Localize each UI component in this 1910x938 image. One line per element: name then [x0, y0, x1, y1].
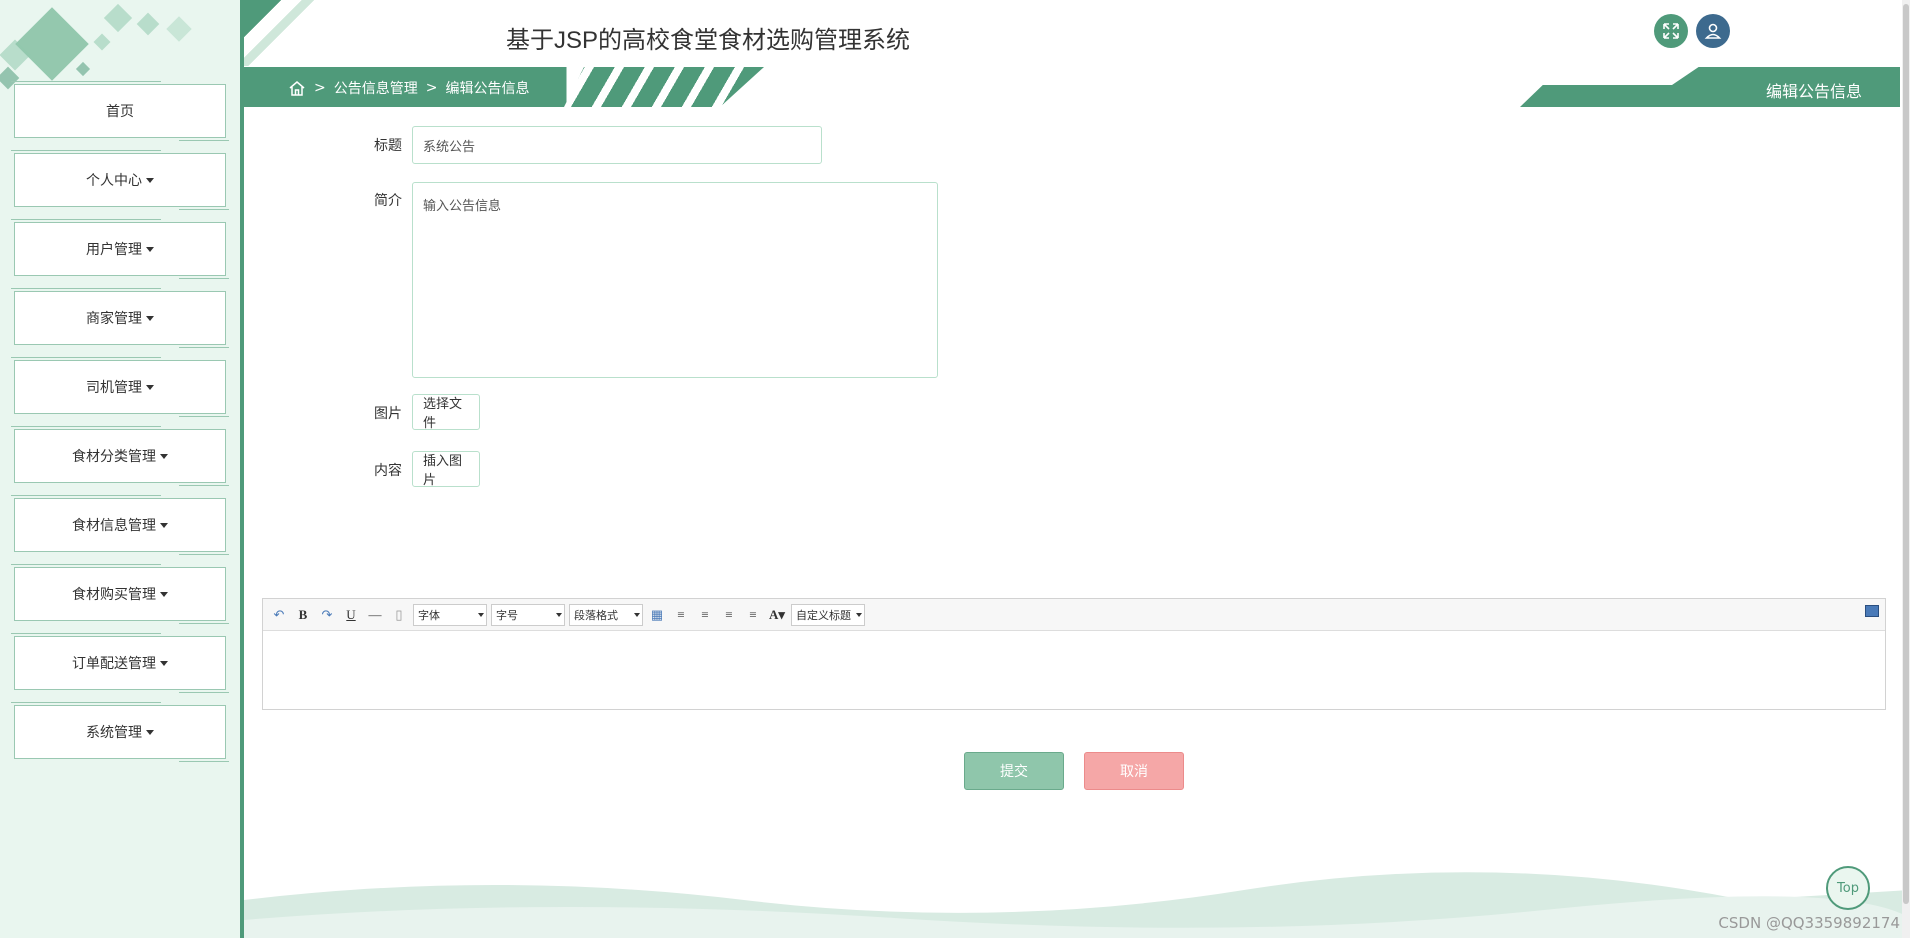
- user-icon: [1704, 23, 1722, 39]
- sidebar-item-drivers[interactable]: 司机管理: [11, 357, 229, 417]
- sidebar-item-ingredient-categories[interactable]: 食材分类管理: [11, 426, 229, 486]
- sidebar-item-label: 商家管理: [86, 311, 142, 327]
- page-icon[interactable]: ▯: [389, 605, 409, 625]
- back-to-top-button[interactable]: Top: [1826, 866, 1870, 910]
- title-input[interactable]: 系统公告: [412, 126, 822, 164]
- sidebar-item-personal-center[interactable]: 个人中心: [11, 150, 229, 210]
- caret-down-icon: [160, 660, 168, 666]
- sidebar-item-ingredient-purchases[interactable]: 食材购买管理: [11, 564, 229, 624]
- image-label: 图片: [374, 406, 402, 422]
- intro-text: 输入公告信息: [423, 199, 502, 214]
- bold-button[interactable]: B: [293, 605, 313, 625]
- sidebar-item-label: 个人中心: [86, 173, 142, 189]
- intro-label: 简介: [374, 193, 402, 209]
- intro-textarea[interactable]: 输入公告信息: [412, 182, 938, 378]
- page-tab-label: 编辑公告信息: [1765, 82, 1862, 101]
- editor-fullscreen-icon[interactable]: [1865, 605, 1879, 617]
- rich-text-editor: ↶ B ↷ U — ▯ 字体 字号 段落格式 ▦ ≡ ≡ ≡ ≡ A ▾ 自定义标…: [262, 598, 1886, 710]
- scroll-thumb[interactable]: [1903, 4, 1909, 904]
- align-right-icon[interactable]: ≡: [695, 605, 715, 625]
- sidebar-item-home[interactable]: 首页: [11, 81, 229, 141]
- sidebar-item-label: 食材购买管理: [72, 587, 156, 603]
- caret-down-icon: [160, 453, 168, 459]
- fullscreen-button[interactable]: [1654, 14, 1688, 48]
- font-family-select[interactable]: 字体: [413, 603, 487, 626]
- align-left-icon[interactable]: ≡: [671, 605, 691, 625]
- caret-down-icon: [160, 522, 168, 528]
- edit-notice-form: 标题 系统公告 简介 输入公告信息 图片 选择文件 内容 插入图片: [244, 110, 1904, 830]
- caret-down-icon: [160, 591, 168, 597]
- scrollbar[interactable]: [1902, 0, 1910, 938]
- user-menu-button[interactable]: [1696, 14, 1730, 48]
- content-label: 内容: [374, 463, 402, 479]
- table-icon[interactable]: ▦: [647, 605, 667, 625]
- choose-file-button[interactable]: 选择文件: [412, 394, 480, 431]
- sidebar-item-label: 系统管理: [86, 725, 142, 741]
- breadcrumb-separator: >: [314, 80, 326, 96]
- custom-heading-select[interactable]: 自定义标题: [791, 603, 865, 626]
- sidebar-menu: 首页 个人中心 用户管理 商家管理 司机管理 食材分类管理 食材信息管理 食材购…: [11, 81, 229, 774]
- page-title: 基于JSP的高校食堂食材选购管理系统: [506, 27, 911, 54]
- insert-image-button[interactable]: 插入图片: [412, 451, 480, 488]
- caret-down-icon: [146, 384, 154, 390]
- cancel-button[interactable]: 取消: [1084, 752, 1184, 790]
- sidebar-item-label: 司机管理: [86, 380, 142, 396]
- underline-button[interactable]: U: [341, 605, 361, 625]
- caret-down-icon: [146, 315, 154, 321]
- editor-content-area[interactable]: [263, 631, 1885, 709]
- font-size-select[interactable]: 字号: [491, 603, 565, 626]
- sidebar-item-order-delivery[interactable]: 订单配送管理: [11, 633, 229, 693]
- horizontal-rule-icon[interactable]: —: [365, 605, 385, 625]
- sidebar-item-users[interactable]: 用户管理: [11, 219, 229, 279]
- sidebar-item-label: 食材信息管理: [72, 518, 156, 534]
- fullscreen-icon: [1663, 23, 1679, 39]
- editor-toolbar: ↶ B ↷ U — ▯ 字体 字号 段落格式 ▦ ≡ ≡ ≡ ≡ A ▾ 自定义标…: [263, 599, 1885, 631]
- breadcrumb-notice-management[interactable]: 公告信息管理: [334, 78, 418, 98]
- sidebar-item-label: 用户管理: [86, 242, 142, 258]
- breadcrumb: > 公告信息管理 > 编辑公告信息: [288, 78, 529, 98]
- sidebar-item-ingredient-info[interactable]: 食材信息管理: [11, 495, 229, 555]
- caret-down-icon: [146, 177, 154, 183]
- watermark: CSDN @QQ3359892174: [1718, 914, 1900, 932]
- sidebar-item-label: 食材分类管理: [72, 449, 156, 465]
- submit-button[interactable]: 提交: [964, 752, 1064, 790]
- align-center-icon[interactable]: ≡: [719, 605, 739, 625]
- breadcrumb-separator: >: [425, 80, 438, 96]
- home-icon[interactable]: [288, 80, 306, 96]
- sidebar: 首页 个人中心 用户管理 商家管理 司机管理 食材分类管理 食材信息管理 食材购…: [0, 0, 244, 938]
- sidebar-item-label: 首页: [106, 104, 134, 120]
- header: 基于JSP的高校食堂食材选购管理系统 > 公告信息管理 > 编辑公告信息 编辑公…: [244, 0, 1910, 110]
- header-decoration: [244, 0, 384, 66]
- sidebar-item-merchants[interactable]: 商家管理: [11, 288, 229, 348]
- footer-wave: [244, 872, 1910, 938]
- sidebar-item-system[interactable]: 系统管理: [11, 702, 229, 762]
- font-color-button[interactable]: A ▾: [767, 605, 787, 625]
- sidebar-item-label: 订单配送管理: [72, 656, 156, 672]
- caret-down-icon: [146, 246, 154, 252]
- undo-icon[interactable]: ↶: [269, 605, 289, 625]
- align-justify-icon[interactable]: ≡: [743, 605, 763, 625]
- caret-down-icon: [146, 729, 154, 735]
- title-label: 标题: [374, 138, 402, 154]
- redo-icon[interactable]: ↷: [317, 605, 337, 625]
- paragraph-format-select[interactable]: 段落格式: [569, 603, 643, 626]
- breadcrumb-current: 编辑公告信息: [445, 81, 530, 97]
